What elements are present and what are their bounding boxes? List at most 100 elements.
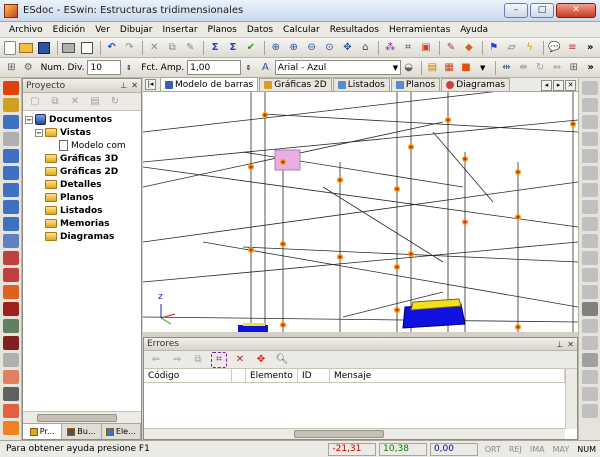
sigma-icon[interactable]: Σ: [207, 40, 223, 56]
close-button[interactable]: ✕: [556, 3, 596, 18]
zoom-out-icon[interactable]: ⊖: [304, 40, 320, 56]
tab-proyecto[interactable]: Pr...: [23, 424, 63, 439]
tree-item-detalles[interactable]: Detalles: [25, 178, 139, 191]
bar-tool-icon[interactable]: [2, 98, 19, 112]
node-tool-icon[interactable]: [2, 81, 19, 95]
menu-resultados[interactable]: Resultados: [325, 25, 384, 35]
menu-edicion[interactable]: Edición: [48, 25, 91, 35]
tree-item-vistas[interactable]: − Vistas: [25, 126, 139, 139]
align-icon[interactable]: ⇹: [499, 60, 514, 76]
layers-icon[interactable]: ≡: [564, 40, 580, 56]
column-header-elemento[interactable]: Elemento: [246, 369, 298, 382]
font-icon[interactable]: [581, 353, 598, 367]
select-element-icon[interactable]: ⌗: [211, 351, 227, 368]
delete-error-icon[interactable]: ✕: [232, 352, 248, 368]
text-icon[interactable]: [581, 251, 598, 265]
status-grid[interactable]: REJ: [509, 445, 522, 454]
support-tool-icon[interactable]: [2, 200, 19, 214]
undo-icon[interactable]: ↶: [104, 40, 120, 56]
tab-graficas-2d[interactable]: Gráficas 2D: [259, 78, 332, 91]
text-style-icon[interactable]: A: [258, 60, 273, 76]
properties-icon[interactable]: ▤: [87, 94, 103, 110]
bars-icon[interactable]: ⌗: [400, 40, 416, 56]
cut-icon[interactable]: ✕: [146, 40, 162, 56]
project-horizontal-scrollbar[interactable]: [23, 411, 141, 423]
zoom-in-icon[interactable]: ⊕: [286, 40, 302, 56]
check-icon[interactable]: ✔: [243, 40, 259, 56]
print-icon[interactable]: [61, 40, 77, 56]
toolbar-overflow-icon[interactable]: »: [582, 40, 598, 56]
lightning-icon[interactable]: ϟ: [522, 40, 538, 56]
status-ortho[interactable]: ORT: [485, 445, 501, 454]
pin-icon[interactable]: ⊥: [120, 81, 127, 90]
collapse-icon[interactable]: −: [35, 128, 43, 137]
properties-icon[interactable]: [581, 404, 598, 418]
menu-calcular[interactable]: Calcular: [278, 25, 325, 35]
copy-errors-icon[interactable]: ⧉: [190, 352, 206, 368]
next-error-icon[interactable]: ⇒: [169, 352, 185, 368]
copy-tool-icon[interactable]: [2, 132, 19, 146]
settings-icon[interactable]: ⚙: [21, 60, 36, 76]
curve-icon[interactable]: [581, 319, 598, 333]
select-tool-icon[interactable]: [2, 115, 19, 129]
toolbar2-overflow-icon[interactable]: »: [583, 60, 598, 76]
menu-herramientas[interactable]: Herramientas: [384, 25, 455, 35]
page-icon[interactable]: ▤: [425, 60, 440, 76]
copy-document-icon[interactable]: ⧉: [47, 94, 63, 110]
paint-tool-icon[interactable]: [2, 421, 19, 435]
dimension-tool-icon[interactable]: [2, 353, 19, 367]
column-header-id[interactable]: ID: [298, 369, 330, 382]
new-document-icon[interactable]: ▢: [27, 94, 43, 110]
rotate-tool-icon[interactable]: [2, 166, 19, 180]
minimize-button[interactable]: –: [504, 3, 528, 18]
previous-error-icon[interactable]: ⇐: [148, 352, 164, 368]
eye-icon[interactable]: ◒: [401, 60, 416, 76]
footing-tool-icon[interactable]: [2, 336, 19, 350]
scroll-thumb[interactable]: [37, 414, 117, 422]
copy-icon[interactable]: [581, 149, 598, 163]
mirror-icon[interactable]: ⇔: [550, 60, 565, 76]
tree-item-listados[interactable]: Listados: [25, 204, 139, 217]
column-header-codigo[interactable]: Código: [144, 369, 232, 382]
tabs-next-icon[interactable]: ▸: [553, 80, 564, 91]
scale-icon[interactable]: [581, 132, 598, 146]
text-tool-icon[interactable]: [2, 370, 19, 384]
refresh-icon[interactable]: ↻: [107, 94, 123, 110]
section-tool-icon[interactable]: [2, 217, 19, 231]
tab-diagramas[interactable]: Diagramas: [441, 78, 511, 91]
model-canvas[interactable]: z: [143, 92, 578, 332]
grid-snap-icon[interactable]: ⊞: [566, 60, 581, 76]
column-header-mensaje[interactable]: Mensaje: [330, 369, 565, 382]
collapse-icon[interactable]: −: [25, 115, 33, 124]
scroll-thumb[interactable]: [294, 430, 384, 438]
pan-icon[interactable]: ✥: [339, 40, 355, 56]
copy-icon[interactable]: ⧉: [164, 40, 180, 56]
move-icon[interactable]: [581, 81, 598, 95]
tree-item-planos[interactable]: Planos: [25, 191, 139, 204]
status-snap[interactable]: IMA: [530, 445, 545, 454]
extend-icon[interactable]: [581, 217, 598, 231]
fill-icon[interactable]: [581, 302, 598, 316]
slab-tool-icon[interactable]: [2, 302, 19, 316]
beam-tool-icon[interactable]: [2, 251, 19, 265]
errors-vertical-scrollbar[interactable]: [565, 369, 577, 429]
grid-toggle-icon[interactable]: ⊞: [4, 60, 19, 76]
new-file-icon[interactable]: [4, 40, 16, 55]
num-div-spinner-icon[interactable]: ⇕: [121, 60, 136, 76]
flag-icon[interactable]: ⚑: [486, 40, 502, 56]
tab-planos[interactable]: Planos: [390, 78, 441, 91]
panel-close-icon[interactable]: ✕: [131, 81, 138, 90]
tree-item-diagramas[interactable]: Diagramas: [25, 230, 139, 243]
save-icon[interactable]: [36, 40, 52, 56]
menu-planos[interactable]: Planos: [203, 25, 242, 35]
tabs-close-icon[interactable]: ✕: [565, 80, 576, 91]
delete-document-icon[interactable]: ✕: [67, 94, 83, 110]
menu-insertar[interactable]: Insertar: [158, 25, 203, 35]
menu-archivo[interactable]: Archivo: [4, 25, 48, 35]
load-tool-icon[interactable]: [2, 183, 19, 197]
layers-icon[interactable]: [581, 387, 598, 401]
tab-elementos[interactable]: Ele...: [102, 424, 141, 439]
selection-icon[interactable]: ▣: [418, 40, 434, 56]
num-div-input[interactable]: [87, 60, 122, 75]
pin-icon[interactable]: ⊥: [556, 340, 563, 349]
